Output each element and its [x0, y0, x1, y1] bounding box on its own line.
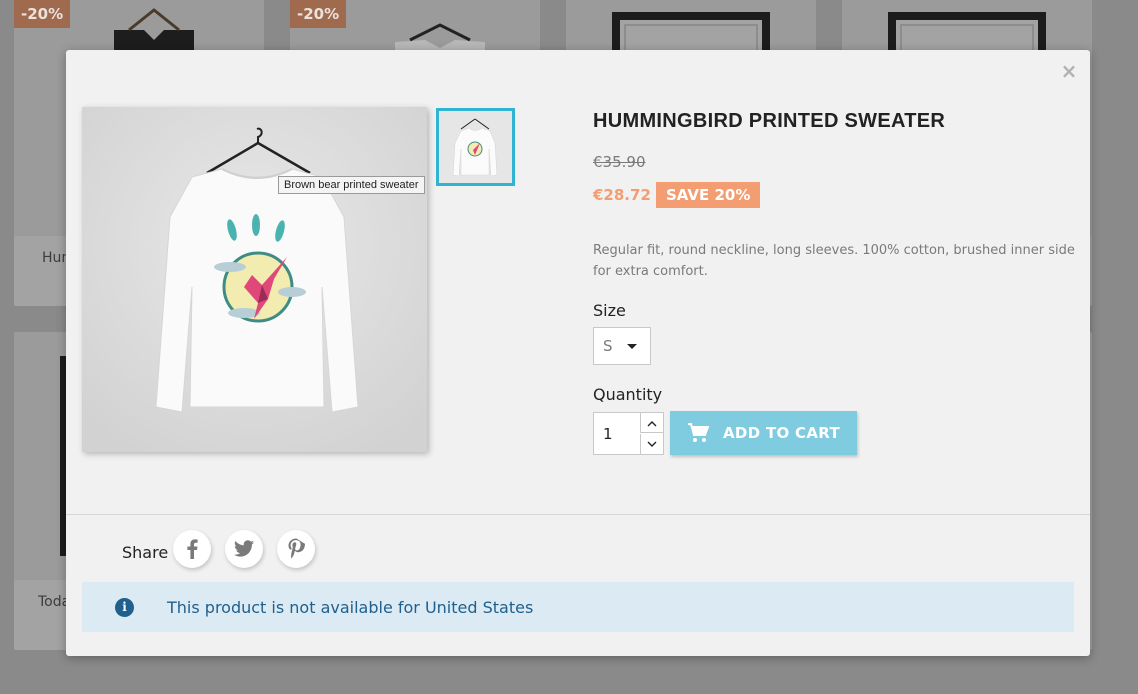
chevron-up-icon[interactable]: [640, 413, 663, 433]
shopping-cart-icon: [688, 423, 710, 442]
quantity-label: Quantity: [593, 385, 663, 404]
current-price: €28.72: [593, 186, 651, 204]
product-title: HUMMINGBIRD PRINTED SWEATER: [593, 110, 946, 132]
size-select[interactable]: S: [593, 327, 651, 365]
quantity-stepper: 1: [593, 412, 664, 455]
add-to-cart-button[interactable]: ADD TO CART: [670, 411, 857, 455]
close-icon[interactable]: ×: [1058, 60, 1080, 82]
quick-view-modal: × Brown bear printed sweater HUMMINGBIRD…: [66, 50, 1090, 656]
alert-message: This product is not available for United…: [167, 597, 534, 617]
regular-price: €35.90: [593, 153, 646, 171]
facebook-icon[interactable]: [173, 530, 211, 568]
discount-badge: -20%: [290, 0, 347, 28]
modal-divider: [66, 514, 1090, 515]
discount-badge: SAVE 20%: [656, 182, 761, 208]
availability-alert: i This product is not available for Unit…: [82, 582, 1074, 632]
product-thumbnail[interactable]: [436, 108, 515, 186]
quantity-input[interactable]: 1: [594, 413, 640, 454]
image-tooltip: Brown bear printed sweater: [278, 176, 425, 194]
caret-down-icon: [627, 344, 637, 349]
chevron-down-icon[interactable]: [640, 434, 663, 454]
info-icon: i: [115, 597, 134, 617]
add-to-cart-label: ADD TO CART: [723, 424, 840, 442]
product-main-image[interactable]: [82, 107, 427, 452]
pinterest-icon[interactable]: [277, 530, 315, 568]
size-value: S: [603, 337, 613, 355]
twitter-icon[interactable]: [225, 530, 263, 568]
size-label: Size: [593, 301, 626, 320]
discount-badge: -20%: [14, 0, 71, 28]
product-description: Regular fit, round neckline, long sleeve…: [593, 243, 1075, 279]
share-label: Share: [122, 543, 169, 562]
